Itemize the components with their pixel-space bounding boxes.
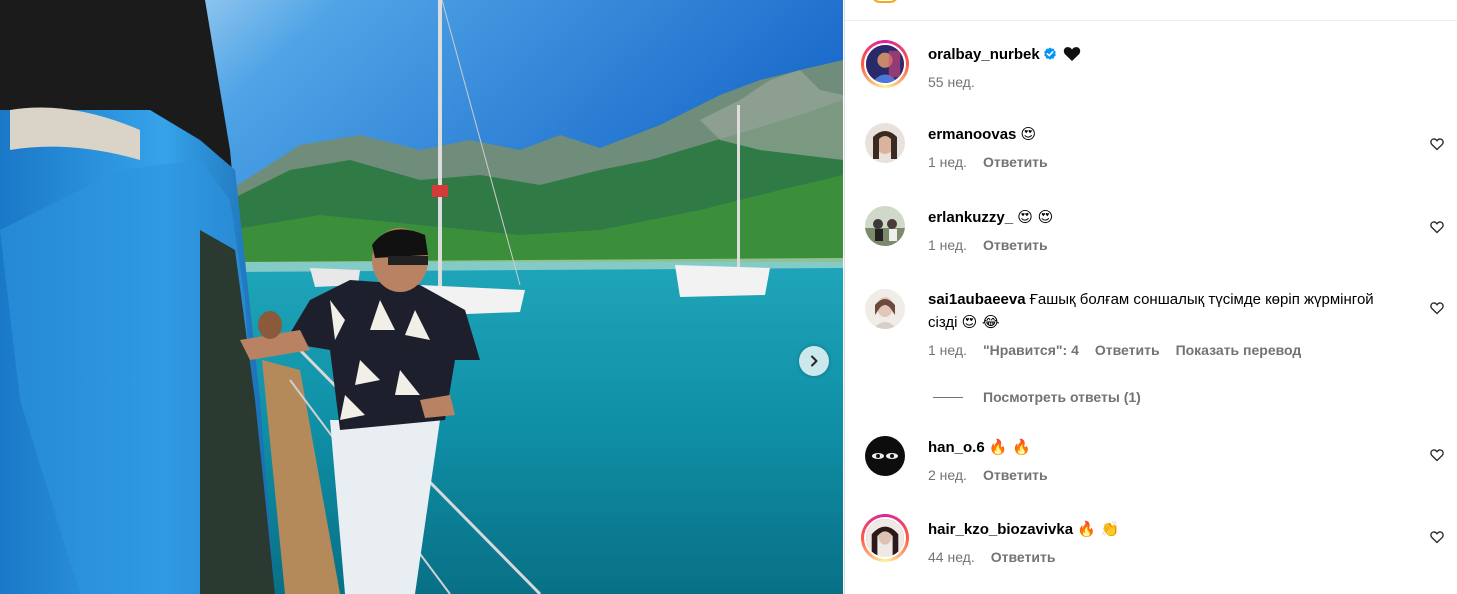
heart-outline-icon[interactable] (1430, 137, 1444, 151)
reply-button[interactable]: Ответить (983, 467, 1048, 483)
chevron-right-icon (811, 355, 818, 367)
divider (845, 20, 1457, 21)
comment-time: 1 нед. (928, 342, 967, 358)
commenter-avatar-image (865, 206, 905, 246)
comment-time: 1 нед. (928, 154, 967, 170)
commenter-avatar[interactable] (865, 206, 905, 246)
commenter-avatar-image (865, 289, 905, 329)
comment-emoji: 😍 😍 (1017, 208, 1054, 226)
view-replies-button[interactable]: Посмотреть ответы (1) (933, 389, 1141, 405)
comment-username[interactable]: sai1aubaeeva (928, 291, 1026, 308)
commenter-avatar-image (866, 519, 904, 557)
comment-username[interactable]: hair_kzo_biozavivka (928, 521, 1073, 538)
story-ring-partial (871, 0, 899, 3)
heart-outline-icon[interactable] (1430, 220, 1444, 234)
heart-outline-icon[interactable] (1430, 301, 1444, 315)
likes-count[interactable]: "Нравится": 4 (983, 342, 1079, 358)
comment-time: 44 нед. (928, 549, 975, 565)
author-avatar-image (866, 45, 904, 83)
comments-panel: oralbay_nurbek 55 нед. ermanoovas 😍 1 не… (844, 0, 1457, 594)
verified-badge-icon (1043, 47, 1056, 60)
reply-button[interactable]: Ответить (1095, 342, 1160, 358)
comment-username[interactable]: han_o.6 (928, 439, 985, 456)
commenter-avatar[interactable] (861, 514, 909, 562)
comment-emoji: 😍 😂 (961, 313, 1000, 331)
commenter-avatar[interactable] (865, 436, 905, 476)
reply-button[interactable]: Ответить (991, 549, 1056, 565)
comment-username[interactable]: ermanoovas (928, 126, 1016, 143)
comment-username[interactable]: erlankuzzy_ (928, 209, 1013, 226)
caption-time: 55 нед. (928, 74, 975, 90)
heart-outline-icon[interactable] (1430, 448, 1444, 462)
view-replies-label: Посмотреть ответы (1) (983, 389, 1141, 405)
replies-dash (933, 396, 963, 398)
reply-button[interactable]: Ответить (983, 154, 1048, 170)
heart-outline-icon[interactable] (1430, 530, 1444, 544)
black-heart-icon (1063, 47, 1080, 61)
commenter-avatar-image (865, 123, 905, 163)
comment-time: 1 нед. (928, 237, 967, 253)
commenter-avatar-image (865, 436, 905, 476)
show-translation-button[interactable]: Показать перевод (1176, 342, 1302, 358)
author-avatar[interactable] (861, 40, 909, 88)
commenter-avatar[interactable] (865, 123, 905, 163)
post-photo (0, 0, 843, 594)
comment-emoji: 🔥 🔥 (988, 438, 1031, 456)
commenter-avatar[interactable] (865, 289, 905, 329)
photo-illustration (0, 0, 843, 594)
next-photo-button[interactable] (799, 346, 829, 376)
comment-emoji: 😍 (1020, 125, 1037, 143)
author-username[interactable]: oralbay_nurbek (928, 46, 1040, 63)
comment-emoji: 🔥 👏 (1077, 520, 1120, 538)
comment-time: 2 нед. (928, 467, 967, 483)
reply-button[interactable]: Ответить (983, 237, 1048, 253)
